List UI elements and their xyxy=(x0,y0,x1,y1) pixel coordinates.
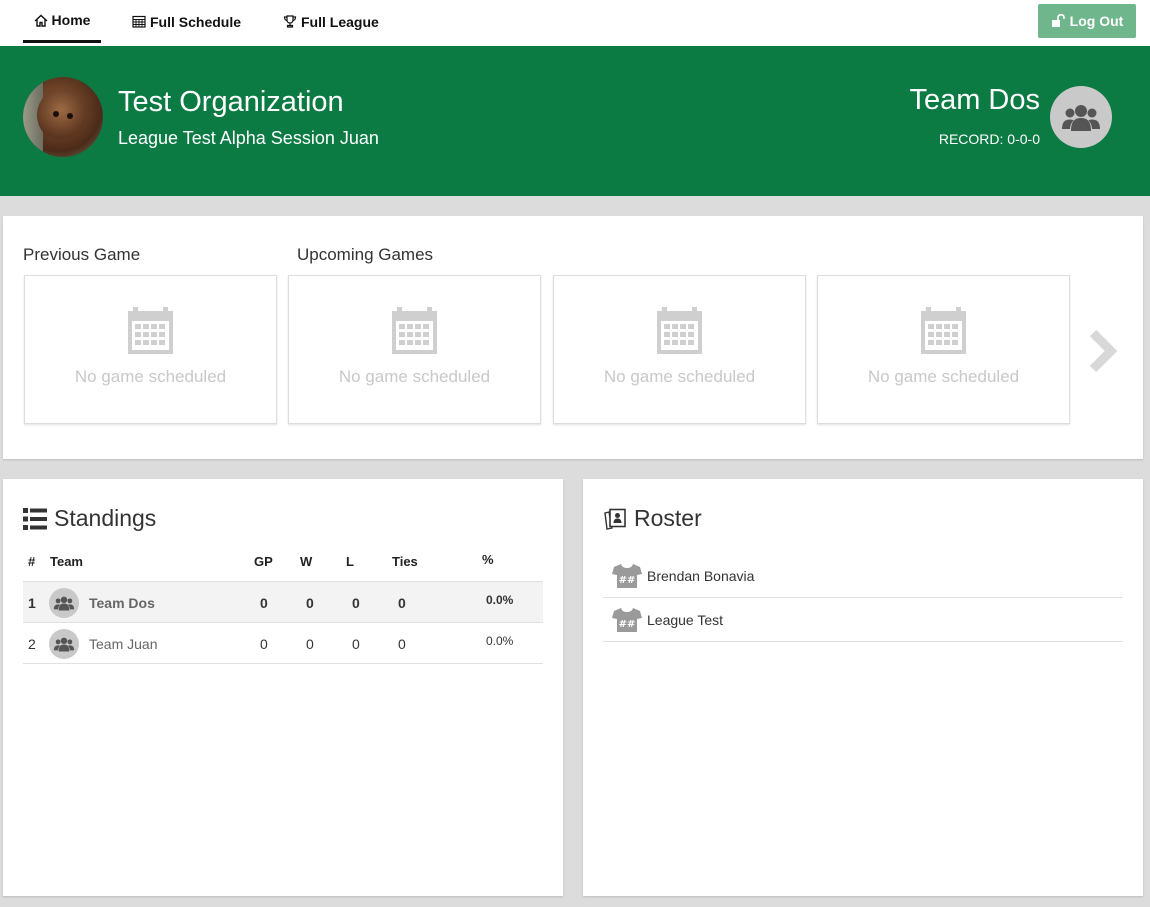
trophy-icon xyxy=(283,15,297,28)
upcoming-game-card[interactable]: No game scheduled xyxy=(817,275,1070,424)
tab-home-label: Home xyxy=(51,12,91,28)
team-avatar xyxy=(1050,86,1112,148)
calendar-icon xyxy=(921,307,966,354)
col-l: L xyxy=(346,554,354,569)
team-header: Test Organization League Test Alpha Sess… xyxy=(0,46,1150,196)
logout-label: Log Out xyxy=(1069,13,1124,29)
col-pct: % xyxy=(482,552,494,567)
svg-text:##: ## xyxy=(619,619,636,630)
svg-text:##: ## xyxy=(619,575,636,586)
jersey-icon: ## xyxy=(612,563,642,588)
no-game-text: No game scheduled xyxy=(74,367,227,386)
team-record: RECORD: 0-0-0 xyxy=(938,131,1040,147)
group-icon xyxy=(53,596,75,611)
tab-full-league-label: Full League xyxy=(301,13,379,30)
pct-cell: 0.0% xyxy=(486,634,514,648)
rank-cell: 1 xyxy=(28,595,36,611)
table-row[interactable]: 1 Team Dos 0 0 0 0 0.0% xyxy=(23,581,543,622)
upcoming-game-card[interactable]: No game scheduled xyxy=(288,275,541,424)
standings-header-row: # Team GP W L Ties % xyxy=(23,547,543,581)
l-cell: 0 xyxy=(352,595,360,611)
no-game-text: No game scheduled xyxy=(867,367,1020,386)
tab-full-schedule-label: Full Schedule xyxy=(150,13,242,30)
id-cards-icon xyxy=(604,508,626,530)
list-item[interactable]: ## Brendan Bonavia xyxy=(603,554,1123,598)
list-item[interactable]: ## League Test xyxy=(603,598,1123,642)
previous-game-label: Previous Game xyxy=(23,245,141,264)
col-gp: GP xyxy=(254,554,273,569)
standings-panel: Standings # Team GP W L Ties % 1 Team Do… xyxy=(3,479,563,896)
previous-game-card[interactable]: No game scheduled xyxy=(24,275,277,424)
upcoming-games-label: Upcoming Games xyxy=(297,245,434,264)
group-icon xyxy=(1062,105,1100,131)
team-cell[interactable]: Team Juan xyxy=(89,636,157,652)
upcoming-game-card[interactable]: No game scheduled xyxy=(553,275,806,424)
games-panel: Previous Game Upcoming Games No game sch… xyxy=(3,216,1143,459)
team-avatar xyxy=(49,588,79,618)
roster-title-text: Roster xyxy=(634,505,702,531)
col-w: W xyxy=(300,554,313,569)
tab-home[interactable]: Home xyxy=(23,0,101,43)
team-name: Team Dos xyxy=(909,84,1040,116)
league-name: League Test Alpha Session Juan xyxy=(118,128,379,148)
unlock-icon xyxy=(1051,14,1065,27)
calendar-icon xyxy=(132,15,146,28)
group-icon xyxy=(53,637,75,652)
home-icon xyxy=(34,14,48,27)
team-avatar xyxy=(49,629,79,659)
gp-cell: 0 xyxy=(260,636,268,652)
calendar-icon xyxy=(128,307,173,354)
organization-name: Test Organization xyxy=(118,86,344,118)
gp-cell: 0 xyxy=(260,595,268,611)
organization-avatar xyxy=(23,77,103,157)
col-team: Team xyxy=(50,554,83,569)
player-name[interactable]: League Test xyxy=(647,612,723,628)
logout-button[interactable]: Log Out xyxy=(1038,4,1136,38)
table-row[interactable]: 2 Team Juan 0 0 0 0 0.0% xyxy=(23,622,543,663)
col-ties: Ties xyxy=(392,554,418,569)
team-cell[interactable]: Team Dos xyxy=(89,595,155,611)
rank-cell: 2 xyxy=(28,636,36,652)
standings-title-text: Standings xyxy=(54,505,157,531)
l-cell: 0 xyxy=(352,636,360,652)
roster-title: Roster xyxy=(603,505,702,532)
list-icon xyxy=(23,507,47,530)
roster-panel: Roster ## Brendan Bonavia ## League Test xyxy=(583,479,1143,896)
no-game-text: No game scheduled xyxy=(338,367,491,386)
standings-title: Standings xyxy=(23,505,156,532)
col-rank: # xyxy=(28,554,36,569)
tab-full-league[interactable]: Full League xyxy=(283,0,379,43)
w-cell: 0 xyxy=(306,595,314,611)
ties-cell: 0 xyxy=(398,636,406,652)
calendar-icon xyxy=(392,307,437,354)
pct-cell: 0.0% xyxy=(486,593,514,607)
chevron-right-icon[interactable] xyxy=(1087,329,1119,373)
no-game-text: No game scheduled xyxy=(603,367,756,386)
w-cell: 0 xyxy=(306,636,314,652)
player-name[interactable]: Brendan Bonavia xyxy=(647,568,754,584)
table-divider xyxy=(23,663,543,664)
top-nav: Home Full Schedule Full League Log Out xyxy=(0,0,1150,46)
tab-full-schedule[interactable]: Full Schedule xyxy=(132,0,241,43)
ties-cell: 0 xyxy=(398,595,406,611)
jersey-icon: ## xyxy=(612,607,642,632)
calendar-icon xyxy=(657,307,702,354)
